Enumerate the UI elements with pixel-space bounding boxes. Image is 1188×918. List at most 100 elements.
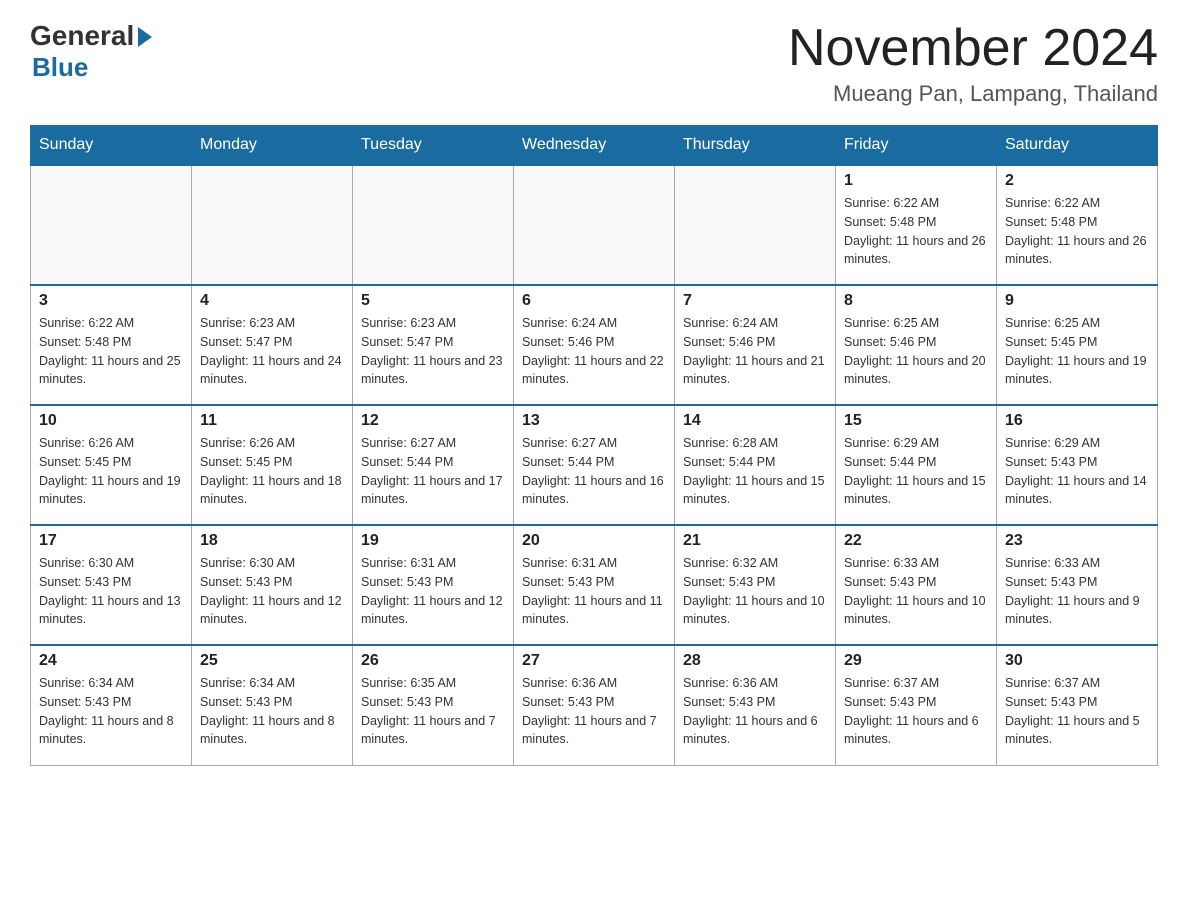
- day-info: Sunrise: 6:36 AMSunset: 5:43 PMDaylight:…: [522, 674, 666, 749]
- week-row-3: 10 Sunrise: 6:26 AMSunset: 5:45 PMDayligh…: [31, 405, 1158, 525]
- day-info: Sunrise: 6:34 AMSunset: 5:43 PMDaylight:…: [200, 674, 344, 749]
- calendar-cell: 22 Sunrise: 6:33 AMSunset: 5:43 PMDayligh…: [836, 525, 997, 645]
- day-info: Sunrise: 6:30 AMSunset: 5:43 PMDaylight:…: [39, 554, 183, 629]
- cell-inner: 13Sunrise: 6:27 AMSunset: 5:44 PMDayligh…: [522, 412, 666, 509]
- weekday-header-wednesday: Wednesday: [514, 126, 675, 166]
- cell-inner: 30 Sunrise: 6:37 AMSunset: 5:43 PMDayligh…: [1005, 652, 1149, 749]
- day-number: 21: [683, 532, 827, 550]
- day-number: 8: [844, 292, 988, 310]
- weekday-header-friday: Friday: [836, 126, 997, 166]
- cell-inner: 29 Sunrise: 6:37 AMSunset: 5:43 PMDayligh…: [844, 652, 988, 749]
- day-number: 26: [361, 652, 505, 670]
- day-info: Sunrise: 6:25 AMSunset: 5:45 PMDaylight:…: [1005, 314, 1149, 389]
- logo-arrow-icon: [138, 27, 152, 47]
- calendar-cell: 28Sunrise: 6:36 AMSunset: 5:43 PMDayligh…: [675, 645, 836, 765]
- day-info: Sunrise: 6:28 AMSunset: 5:44 PMDaylight:…: [683, 434, 827, 509]
- day-number: 16: [1005, 412, 1149, 430]
- day-info: Sunrise: 6:23 AMSunset: 5:47 PMDaylight:…: [361, 314, 505, 389]
- calendar-cell: 5 Sunrise: 6:23 AMSunset: 5:47 PMDaylight…: [353, 285, 514, 405]
- day-number: 29: [844, 652, 988, 670]
- day-number: 1: [844, 172, 988, 190]
- cell-inner: 17Sunrise: 6:30 AMSunset: 5:43 PMDayligh…: [39, 532, 183, 629]
- cell-inner: 4 Sunrise: 6:23 AMSunset: 5:47 PMDaylight…: [200, 292, 344, 389]
- day-number: 24: [39, 652, 183, 670]
- calendar-cell: [31, 165, 192, 285]
- day-info: Sunrise: 6:33 AMSunset: 5:43 PMDaylight:…: [844, 554, 988, 629]
- calendar-cell: 16 Sunrise: 6:29 AMSunset: 5:43 PMDayligh…: [997, 405, 1158, 525]
- calendar-cell: [514, 165, 675, 285]
- cell-inner: 25 Sunrise: 6:34 AMSunset: 5:43 PMDayligh…: [200, 652, 344, 749]
- week-row-2: 3Sunrise: 6:22 AMSunset: 5:48 PMDaylight…: [31, 285, 1158, 405]
- cell-inner: 11Sunrise: 6:26 AMSunset: 5:45 PMDayligh…: [200, 412, 344, 509]
- location: Mueang Pan, Lampang, Thailand: [788, 81, 1158, 107]
- calendar-cell: 29 Sunrise: 6:37 AMSunset: 5:43 PMDayligh…: [836, 645, 997, 765]
- calendar-cell: 11Sunrise: 6:26 AMSunset: 5:45 PMDayligh…: [192, 405, 353, 525]
- cell-inner: 27 Sunrise: 6:36 AMSunset: 5:43 PMDayligh…: [522, 652, 666, 749]
- day-number: 30: [1005, 652, 1149, 670]
- calendar-cell: 17Sunrise: 6:30 AMSunset: 5:43 PMDayligh…: [31, 525, 192, 645]
- day-info: Sunrise: 6:24 AMSunset: 5:46 PMDaylight:…: [683, 314, 827, 389]
- day-info: Sunrise: 6:29 AMSunset: 5:43 PMDaylight:…: [1005, 434, 1149, 509]
- weekday-header-row: SundayMondayTuesdayWednesdayThursdayFrid…: [31, 126, 1158, 166]
- day-number: 15: [844, 412, 988, 430]
- day-number: 3: [39, 292, 183, 310]
- cell-inner: 3Sunrise: 6:22 AMSunset: 5:48 PMDaylight…: [39, 292, 183, 389]
- calendar-cell: 13Sunrise: 6:27 AMSunset: 5:44 PMDayligh…: [514, 405, 675, 525]
- calendar-cell: 3Sunrise: 6:22 AMSunset: 5:48 PMDaylight…: [31, 285, 192, 405]
- day-info: Sunrise: 6:23 AMSunset: 5:47 PMDaylight:…: [200, 314, 344, 389]
- day-number: 5: [361, 292, 505, 310]
- day-number: 12: [361, 412, 505, 430]
- day-info: Sunrise: 6:37 AMSunset: 5:43 PMDaylight:…: [1005, 674, 1149, 749]
- day-info: Sunrise: 6:27 AMSunset: 5:44 PMDaylight:…: [522, 434, 666, 509]
- cell-inner: 6Sunrise: 6:24 AMSunset: 5:46 PMDaylight…: [522, 292, 666, 389]
- cell-inner: 28Sunrise: 6:36 AMSunset: 5:43 PMDayligh…: [683, 652, 827, 749]
- day-info: Sunrise: 6:37 AMSunset: 5:43 PMDaylight:…: [844, 674, 988, 749]
- day-info: Sunrise: 6:26 AMSunset: 5:45 PMDaylight:…: [200, 434, 344, 509]
- day-info: Sunrise: 6:22 AMSunset: 5:48 PMDaylight:…: [844, 194, 988, 269]
- calendar-cell: [192, 165, 353, 285]
- calendar-cell: 2Sunrise: 6:22 AMSunset: 5:48 PMDaylight…: [997, 165, 1158, 285]
- calendar-cell: 7Sunrise: 6:24 AMSunset: 5:46 PMDaylight…: [675, 285, 836, 405]
- day-number: 19: [361, 532, 505, 550]
- weekday-header-monday: Monday: [192, 126, 353, 166]
- day-number: 27: [522, 652, 666, 670]
- day-number: 25: [200, 652, 344, 670]
- calendar-cell: 10 Sunrise: 6:26 AMSunset: 5:45 PMDayligh…: [31, 405, 192, 525]
- calendar-cell: 4 Sunrise: 6:23 AMSunset: 5:47 PMDaylight…: [192, 285, 353, 405]
- calendar-cell: 14Sunrise: 6:28 AMSunset: 5:44 PMDayligh…: [675, 405, 836, 525]
- cell-inner: 26 Sunrise: 6:35 AMSunset: 5:43 PMDayligh…: [361, 652, 505, 749]
- weekday-header-saturday: Saturday: [997, 126, 1158, 166]
- calendar-cell: 30 Sunrise: 6:37 AMSunset: 5:43 PMDayligh…: [997, 645, 1158, 765]
- day-number: 10: [39, 412, 183, 430]
- day-number: 9: [1005, 292, 1149, 310]
- cell-inner: 9 Sunrise: 6:25 AMSunset: 5:45 PMDaylight…: [1005, 292, 1149, 389]
- cell-inner: 1 Sunrise: 6:22 AMSunset: 5:48 PMDaylight…: [844, 172, 988, 269]
- logo-top: General: [30, 20, 152, 52]
- day-number: 18: [200, 532, 344, 550]
- calendar-cell: 1 Sunrise: 6:22 AMSunset: 5:48 PMDaylight…: [836, 165, 997, 285]
- weekday-header-sunday: Sunday: [31, 126, 192, 166]
- calendar-cell: [675, 165, 836, 285]
- logo-general: General: [30, 20, 134, 52]
- week-row-1: 1 Sunrise: 6:22 AMSunset: 5:48 PMDaylight…: [31, 165, 1158, 285]
- day-info: Sunrise: 6:35 AMSunset: 5:43 PMDaylight:…: [361, 674, 505, 749]
- calendar-cell: [353, 165, 514, 285]
- calendar-cell: 27 Sunrise: 6:36 AMSunset: 5:43 PMDayligh…: [514, 645, 675, 765]
- day-number: 4: [200, 292, 344, 310]
- calendar-cell: 18Sunrise: 6:30 AMSunset: 5:43 PMDayligh…: [192, 525, 353, 645]
- day-info: Sunrise: 6:34 AMSunset: 5:43 PMDaylight:…: [39, 674, 183, 749]
- logo: General Blue: [30, 20, 152, 83]
- cell-inner: 10 Sunrise: 6:26 AMSunset: 5:45 PMDayligh…: [39, 412, 183, 509]
- weekday-header-tuesday: Tuesday: [353, 126, 514, 166]
- cell-inner: 22 Sunrise: 6:33 AMSunset: 5:43 PMDayligh…: [844, 532, 988, 629]
- cell-inner: 15Sunrise: 6:29 AMSunset: 5:44 PMDayligh…: [844, 412, 988, 509]
- day-number: 22: [844, 532, 988, 550]
- day-number: 6: [522, 292, 666, 310]
- day-info: Sunrise: 6:26 AMSunset: 5:45 PMDaylight:…: [39, 434, 183, 509]
- cell-inner: 8 Sunrise: 6:25 AMSunset: 5:46 PMDaylight…: [844, 292, 988, 389]
- cell-inner: 2Sunrise: 6:22 AMSunset: 5:48 PMDaylight…: [1005, 172, 1149, 269]
- day-info: Sunrise: 6:25 AMSunset: 5:46 PMDaylight:…: [844, 314, 988, 389]
- day-info: Sunrise: 6:33 AMSunset: 5:43 PMDaylight:…: [1005, 554, 1149, 629]
- calendar-cell: 21Sunrise: 6:32 AMSunset: 5:43 PMDayligh…: [675, 525, 836, 645]
- day-number: 23: [1005, 532, 1149, 550]
